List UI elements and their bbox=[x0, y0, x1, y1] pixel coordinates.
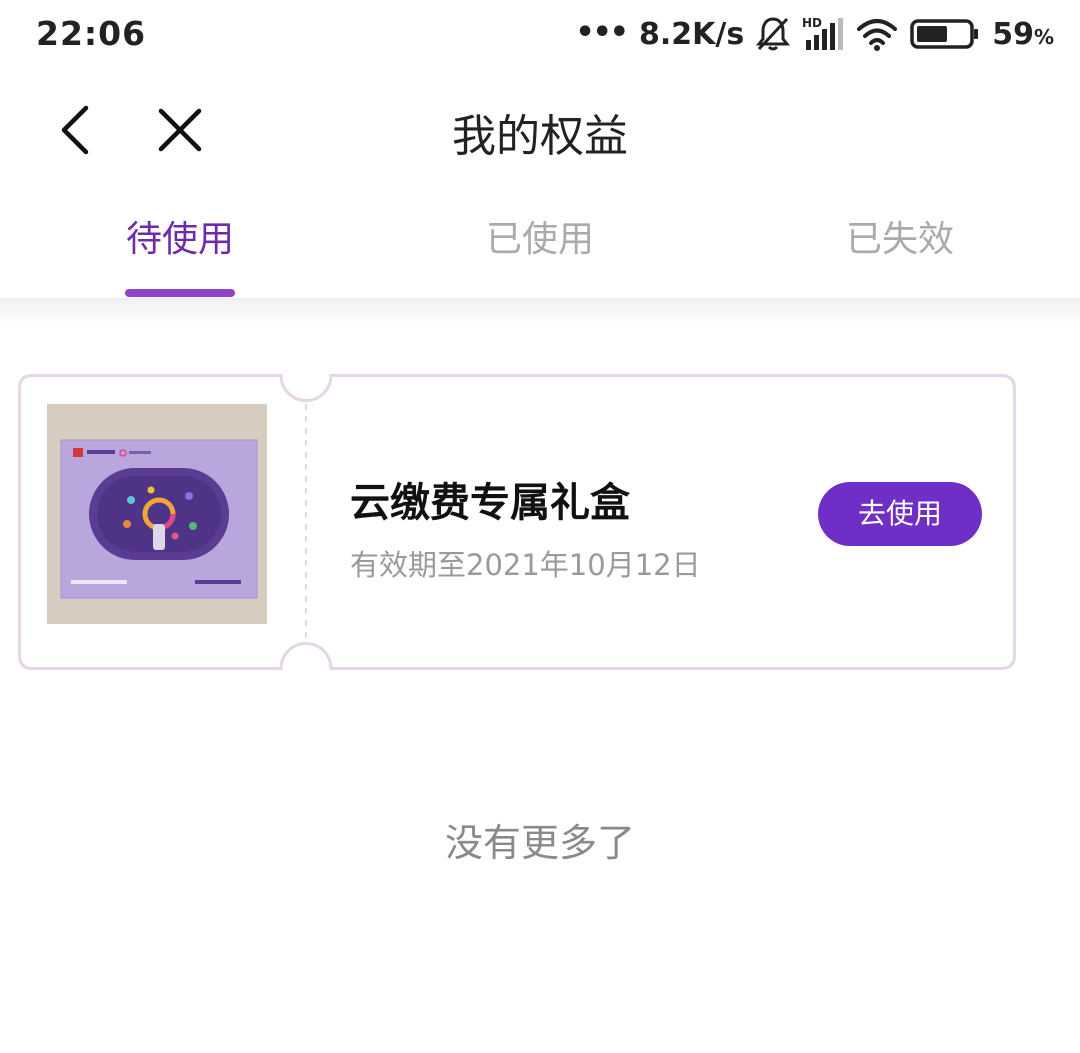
tab-bar-shadow bbox=[0, 300, 1080, 328]
active-tab-indicator bbox=[125, 289, 235, 297]
tab-bar: 待使用 已使用 已失效 bbox=[0, 190, 1080, 300]
gift-box-image bbox=[47, 404, 267, 624]
status-right: ••• 8.2K/s HD 59% bbox=[575, 14, 1054, 54]
coupon-name: 云缴费专属礼盒 bbox=[350, 480, 630, 526]
network-badge-text: HD bbox=[802, 16, 822, 30]
status-dots: ••• bbox=[575, 14, 629, 50]
status-time: 22:06 bbox=[36, 14, 147, 53]
wifi-icon bbox=[856, 17, 898, 51]
status-bar: 22:06 ••• 8.2K/s HD 59% bbox=[0, 0, 1080, 70]
battery-percent: 59% bbox=[992, 17, 1054, 52]
bell-muted-icon bbox=[756, 16, 791, 52]
battery-value: 59 bbox=[992, 16, 1034, 52]
no-more-text: 没有更多了 bbox=[444, 821, 635, 865]
coupon-card[interactable]: 云缴费专属礼盒 有效期至2021年10月12日 去使用 bbox=[18, 374, 1016, 670]
page-title: 我的权益 bbox=[452, 111, 628, 162]
tab-unused[interactable]: 待使用 bbox=[60, 210, 300, 262]
use-button[interactable]: 去使用 bbox=[818, 482, 982, 546]
battery-unit: % bbox=[1033, 24, 1054, 49]
signal-icon: HD bbox=[802, 16, 844, 52]
nav-bar: 我的权益 bbox=[0, 70, 1080, 190]
battery-icon bbox=[910, 19, 980, 49]
network-speed: 8.2K/s bbox=[638, 16, 745, 52]
coupon-expiry: 有效期至2021年10月12日 bbox=[350, 548, 701, 582]
tab-expired[interactable]: 已失效 bbox=[780, 210, 1020, 262]
tab-used[interactable]: 已使用 bbox=[420, 210, 660, 262]
